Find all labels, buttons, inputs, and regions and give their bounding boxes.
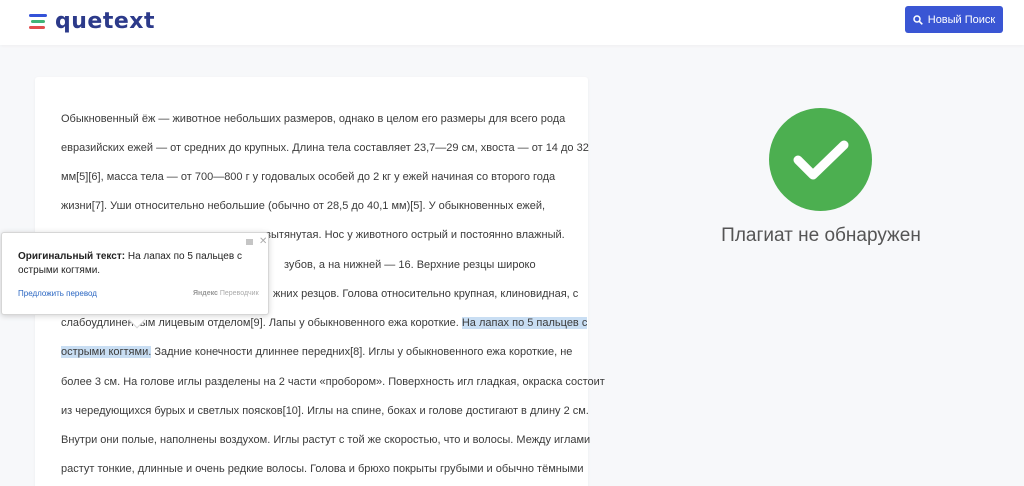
- document-line: евразийских ежей — от средних до крупных…: [61, 142, 589, 154]
- search-icon: [913, 14, 923, 25]
- logo-text: quetext: [55, 8, 155, 34]
- new-search-button[interactable]: Новый Поиск: [905, 6, 1003, 33]
- document-line-text: Задние конечности длиннее передних[8]. И…: [151, 346, 573, 358]
- top-header: quetext Новый Поиск: [0, 0, 1024, 45]
- document-line: из чередующихся бурых и светлых поясков[…: [61, 405, 589, 417]
- highlighted-selection[interactable]: острыми когтями.: [61, 346, 152, 358]
- new-search-label: Новый Поиск: [927, 13, 996, 26]
- document-line-text: слабоудлиненным лицевым отделом[9]. Лапы…: [61, 317, 459, 329]
- popup-label: Оригинальный текст:: [18, 251, 126, 262]
- brand-text: Переводчик: [217, 290, 259, 297]
- yandex-translator-brand: Яндекс Переводчик: [193, 290, 259, 297]
- document-line: мм[5][6], масса тела — от 700—800 г у го…: [61, 171, 556, 183]
- popup-options-icon[interactable]: [246, 239, 253, 245]
- document-line: а вытянутая. Нос у животного острый и по…: [256, 229, 565, 241]
- document-line: Внутри они полые, наполнены воздухом. Иг…: [61, 434, 591, 446]
- result-status-text: Плагиат не обнаружен: [721, 225, 921, 246]
- popup-original-text: Оригинальный текст: На лапах по 5 пальце…: [18, 250, 258, 278]
- suggest-translation-link[interactable]: Предложить перевод: [18, 289, 97, 298]
- close-icon[interactable]: ✕: [259, 236, 267, 247]
- document-line: жизни[7]. Уши относительно небольшие (об…: [61, 200, 546, 212]
- document-line: Обыкновенный ёж — животное небольших раз…: [61, 113, 566, 125]
- translate-popup: ✕ Оригинальный текст: На лапах по 5 паль…: [1, 232, 269, 315]
- document-line: зубов, а на нижней — 16. Верхние резцы ш…: [284, 259, 536, 271]
- document-line: жних резцов. Голова относительно крупная…: [273, 288, 579, 300]
- brand-bold: Яндекс: [193, 290, 218, 297]
- logo-icon: [29, 11, 49, 31]
- check-circle-icon: [769, 108, 872, 211]
- quetext-logo[interactable]: quetext: [29, 6, 155, 36]
- document-line: растут тонкие, длинные и очень редкие во…: [61, 463, 584, 475]
- highlighted-selection[interactable]: На лапах по 5 пальцев с: [461, 317, 588, 329]
- document-line: острыми когтями. Задние конечности длинн…: [61, 345, 572, 359]
- document-line: более 3 см. На голове иглы разделены на …: [61, 376, 605, 388]
